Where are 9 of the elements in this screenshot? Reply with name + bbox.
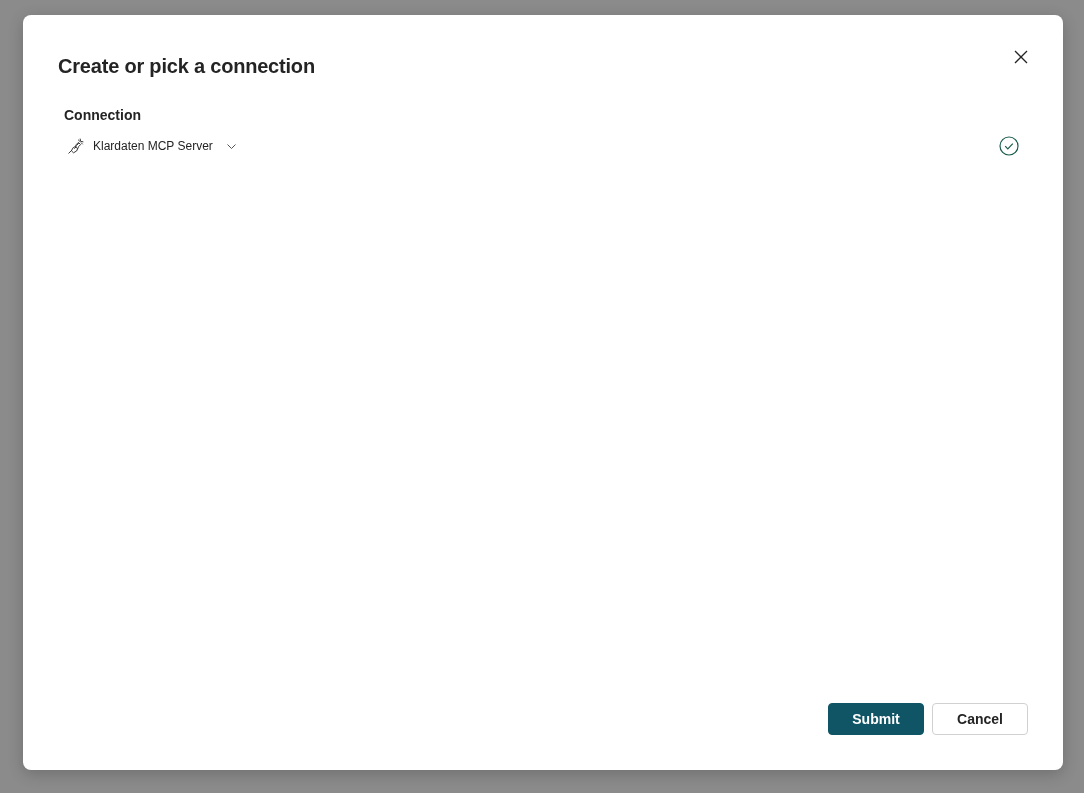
close-icon	[1014, 50, 1028, 64]
dialog-title: Create or pick a connection	[58, 54, 315, 78]
close-button[interactable]	[1012, 48, 1030, 66]
plug-icon	[68, 138, 84, 154]
connection-dropdown[interactable]: Klardaten MCP Server	[64, 136, 240, 156]
submit-button[interactable]: Submit	[828, 703, 924, 735]
connection-label: Connection	[64, 106, 142, 124]
chevron-down-icon	[226, 143, 236, 149]
cancel-button[interactable]: Cancel	[932, 703, 1028, 735]
